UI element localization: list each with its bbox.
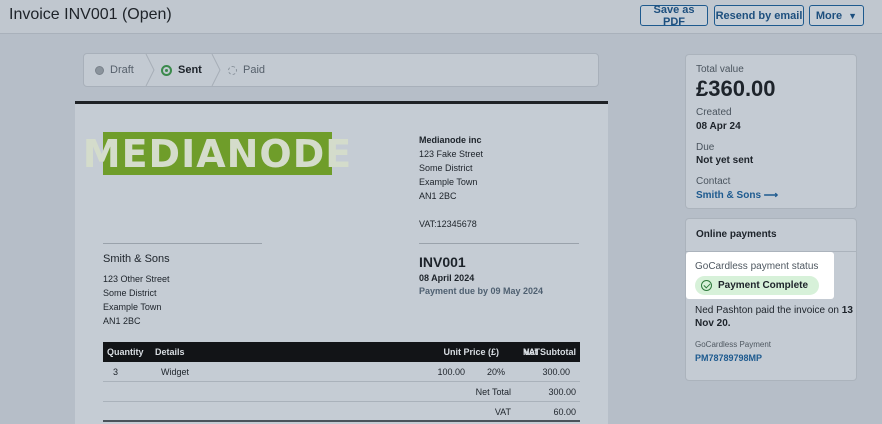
gocardless-payment-label: GoCardless Payment bbox=[695, 340, 772, 349]
payment-status-value: Payment Complete bbox=[718, 280, 809, 291]
table-row: 3 Widget 100.00 20% 300.00 bbox=[103, 362, 580, 382]
divider bbox=[103, 243, 262, 244]
more-button[interactable]: More ▼ bbox=[809, 5, 864, 26]
sender-name: Medianode inc bbox=[419, 135, 482, 145]
total-value: £360.00 bbox=[696, 76, 776, 101]
payment-status-badge: Payment Complete bbox=[695, 276, 819, 295]
due-label: Due bbox=[696, 142, 715, 153]
table-total-row: VAT 60.00 bbox=[103, 402, 580, 422]
vat-total-label: VAT bbox=[494, 407, 511, 417]
sender-line: 123 Fake Street bbox=[419, 149, 484, 159]
paid-status-icon bbox=[228, 65, 237, 75]
cell-unit-price: 100.00 bbox=[437, 367, 465, 377]
total-value-label: Total value bbox=[696, 64, 744, 75]
recipient-name: Smith & Sons bbox=[103, 253, 170, 265]
recipient-line: 123 Other Street bbox=[103, 274, 170, 284]
column-header-quantity: Quantity bbox=[107, 347, 144, 357]
vat-total-value: 60.00 bbox=[553, 407, 576, 417]
invoice-summary-card: Total value £360.00 Created 08 Apr 24 Du… bbox=[685, 54, 857, 209]
net-total-value: 300.00 bbox=[548, 387, 576, 397]
due-value: Not yet sent bbox=[696, 155, 754, 166]
created-label: Created bbox=[696, 107, 732, 118]
invoice-due: Payment due by 09 May 2024 bbox=[419, 286, 544, 296]
more-button-label: More bbox=[815, 9, 843, 22]
company-logo: MEDIANODE bbox=[82, 131, 353, 176]
chevron-right-icon bbox=[145, 54, 155, 86]
sender-vat: VAT:12345678 bbox=[419, 219, 477, 229]
page-header: Invoice INV001 (Open) Save as PDF Resend… bbox=[0, 0, 882, 34]
invoice-date: 08 April 2024 bbox=[419, 273, 475, 283]
sender-line: Some District bbox=[419, 163, 473, 173]
contact-link[interactable]: Smith & Sons ⟶ bbox=[696, 190, 778, 201]
paid-text: Ned Pashton paid the invoice on bbox=[695, 305, 839, 316]
step-paid-label: Paid bbox=[243, 64, 266, 76]
page-title: Invoice INV001 (Open) bbox=[9, 6, 172, 23]
invoice-document: MEDIANODE Medianode inc 123 Fake Street … bbox=[75, 101, 608, 424]
sender-line: Example Town bbox=[419, 177, 478, 187]
chevron-down-icon: ▼ bbox=[848, 10, 858, 21]
sender-line: AN1 2BC bbox=[419, 191, 457, 201]
recipient-address: Smith & Sons 123 Other Street Some Distr… bbox=[103, 252, 170, 328]
divider bbox=[419, 243, 579, 244]
draft-status-icon bbox=[95, 65, 104, 75]
step-sent: Sent bbox=[161, 54, 202, 86]
recipient-line: AN1 2BC bbox=[103, 316, 141, 326]
step-paid: Paid bbox=[228, 54, 265, 86]
gocardless-payment-link[interactable]: PM78789798MP bbox=[695, 353, 762, 363]
invoice-number: INV001 bbox=[419, 254, 466, 270]
online-payments-title: Online payments bbox=[696, 229, 777, 240]
step-draft: Draft bbox=[95, 54, 134, 86]
created-value: 08 Apr 24 bbox=[696, 121, 741, 132]
table-total-row: Net Total 300.00 bbox=[103, 382, 580, 402]
check-circle-icon bbox=[701, 280, 712, 291]
chevron-right-icon bbox=[211, 54, 221, 86]
recipient-line: Example Town bbox=[103, 302, 162, 312]
sender-address: Medianode inc 123 Fake Street Some Distr… bbox=[419, 133, 483, 231]
invoice-meta: INV001 08 April 2024 Payment due by 09 M… bbox=[419, 254, 543, 296]
payment-status-label: GoCardless payment status bbox=[695, 261, 819, 272]
net-total-label: Net Total bbox=[475, 387, 511, 397]
column-header-unit-price: Unit Price (£) bbox=[443, 347, 499, 357]
cell-quantity: 3 bbox=[113, 367, 119, 377]
sent-status-icon bbox=[161, 64, 172, 76]
step-sent-label: Sent bbox=[178, 64, 202, 76]
table-header: Quantity Details Unit Price (£) VAT Net … bbox=[103, 342, 580, 362]
cell-details: Widget bbox=[161, 367, 190, 377]
column-header-net-subtotal: Net Subtotal bbox=[523, 347, 576, 357]
recipient-line: Some District bbox=[103, 288, 157, 298]
line-items-table: Quantity Details Unit Price (£) VAT Net … bbox=[103, 342, 580, 422]
cell-vat: 20% bbox=[486, 367, 505, 377]
column-header-details: Details bbox=[155, 347, 185, 357]
status-stepper: Draft Sent Paid bbox=[83, 53, 599, 87]
cell-net-subtotal: 300.00 bbox=[542, 367, 570, 377]
payment-paid-text: Ned Pashton paid the invoice on 13 Nov 2… bbox=[695, 304, 853, 330]
contact-label: Contact bbox=[696, 176, 731, 187]
resend-by-email-button[interactable]: Resend by email bbox=[714, 5, 804, 26]
step-draft-label: Draft bbox=[110, 64, 134, 76]
save-as-pdf-button[interactable]: Save as PDF bbox=[640, 4, 708, 28]
